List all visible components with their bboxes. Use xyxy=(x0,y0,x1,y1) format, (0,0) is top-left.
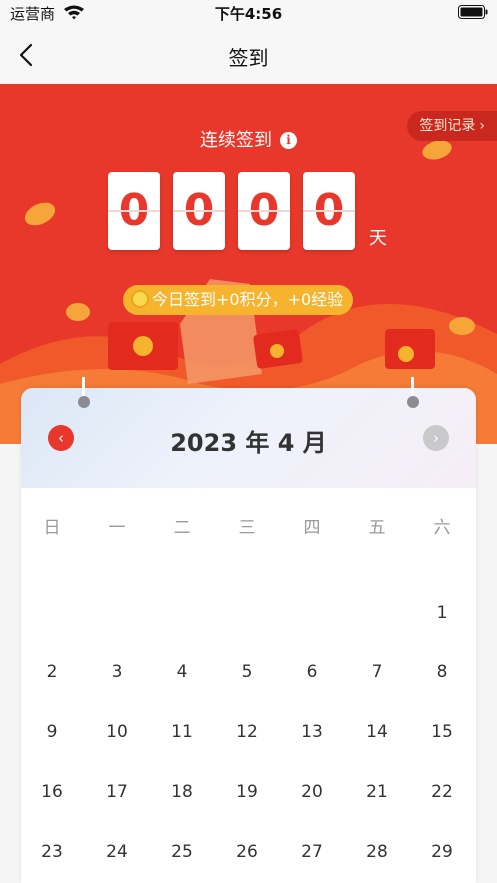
calendar-card: ‹ 2023 年 4 月 › 日 一 二 三 四 五 六 1 2 3 4 5 6… xyxy=(21,388,476,883)
calendar-day[interactable]: 15 xyxy=(417,712,467,752)
battery-icon xyxy=(458,5,488,19)
calendar-day[interactable]: 21 xyxy=(352,772,402,812)
weekday-label: 三 xyxy=(238,518,256,538)
calendar-day[interactable]: 13 xyxy=(287,712,337,752)
weekday-label: 日 xyxy=(43,518,61,538)
calendar-day[interactable]: 24 xyxy=(92,832,142,872)
calendar-day[interactable]: 17 xyxy=(92,772,142,812)
streak-digit: 0 xyxy=(238,172,290,250)
calendar-day[interactable]: 22 xyxy=(417,772,467,812)
calendar-day[interactable]: 12 xyxy=(222,712,272,752)
nav-bar: 签到 xyxy=(0,26,497,84)
calendar-day[interactable]: 10 xyxy=(92,712,142,752)
streak-digit: 0 xyxy=(108,172,160,250)
streak-digit: 0 xyxy=(173,172,225,250)
calendar-day[interactable]: 27 xyxy=(287,832,337,872)
calendar-day[interactable]: 29 xyxy=(417,832,467,872)
calendar-day[interactable]: 9 xyxy=(27,712,77,752)
calendar-day[interactable]: 1 xyxy=(417,593,467,633)
coin-icon xyxy=(131,290,149,308)
calendar-day[interactable]: 3 xyxy=(92,652,142,692)
calendar-day[interactable]: 6 xyxy=(287,652,337,692)
bonus-text: 今日签到+0积分，+0经验 xyxy=(152,290,344,309)
weekday-label: 一 xyxy=(108,518,126,538)
calendar-day[interactable]: 25 xyxy=(157,832,207,872)
status-bar: 运营商 下午4:56 xyxy=(0,0,497,26)
streak-digit: 0 xyxy=(303,172,355,250)
next-month-button[interactable]: › xyxy=(423,425,449,451)
calendar-day[interactable]: 18 xyxy=(157,772,207,812)
weekday-label: 四 xyxy=(303,518,321,538)
chevron-right-icon: › xyxy=(433,429,439,447)
weekday-label: 六 xyxy=(433,518,451,538)
calendar-day[interactable]: 20 xyxy=(287,772,337,812)
status-time: 下午4:56 xyxy=(214,5,283,23)
streak-label-row: 连续签到 i xyxy=(0,126,497,152)
weekday-label: 五 xyxy=(368,518,386,538)
info-icon[interactable]: i xyxy=(280,132,297,149)
streak-label: 连续签到 xyxy=(200,130,272,151)
calendar-day[interactable]: 14 xyxy=(352,712,402,752)
month-title: 2023 年 4 月 xyxy=(170,429,327,457)
calendar-day[interactable]: 16 xyxy=(27,772,77,812)
calendar-day[interactable]: 7 xyxy=(352,652,402,692)
page-title: 签到 xyxy=(228,46,269,70)
days-unit: 天 xyxy=(369,228,387,249)
calendar-day[interactable]: 28 xyxy=(352,832,402,872)
calendar-day[interactable]: 5 xyxy=(222,652,272,692)
binder-pin xyxy=(407,396,419,408)
bonus-badge: 今日签到+0积分，+0经验 xyxy=(123,285,354,315)
binder-pin xyxy=(78,396,90,408)
calendar-day[interactable]: 23 xyxy=(27,832,77,872)
calendar-day[interactable]: 4 xyxy=(157,652,207,692)
calendar-day[interactable]: 8 xyxy=(417,652,467,692)
weekday-label: 二 xyxy=(173,518,191,538)
calendar-day[interactable]: 19 xyxy=(222,772,272,812)
calendar-day[interactable]: 26 xyxy=(222,832,272,872)
calendar-day[interactable]: 11 xyxy=(157,712,207,752)
calendar-day[interactable]: 2 xyxy=(27,652,77,692)
